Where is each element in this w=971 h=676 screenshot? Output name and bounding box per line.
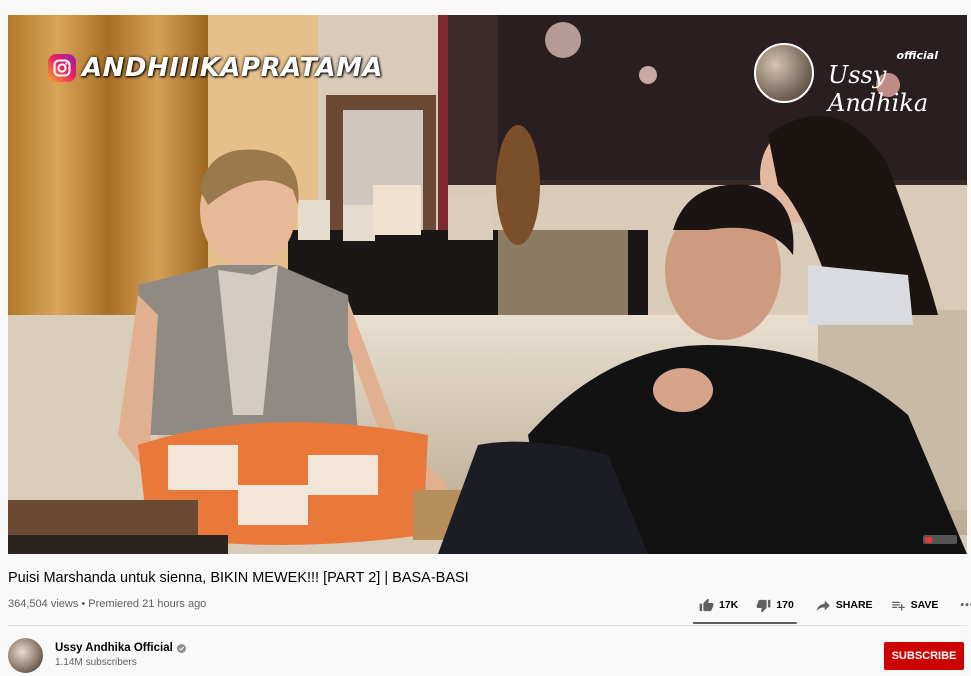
more-icon: ••• [960,599,971,611]
sentiment-bar [693,622,797,624]
verified-icon [176,643,186,653]
view-count-date: 364,504 views • Premiered 21 hours ago [8,598,207,610]
share-label: SHARE [835,599,873,611]
thumbs-up-icon [699,598,714,611]
video-title: Puisi Marshanda untuk sienna, BIKIN MEWE… [8,570,469,586]
subscribe-button[interactable]: SUBSCRIBE [884,642,964,670]
subscriber-count: 1.14M subscribers [55,657,137,668]
sentiment-fill [693,622,796,624]
channel-watermark: official Ussy Andhika [754,43,967,117]
instagram-handle: ANDHIIIKAPRATAMA [82,53,384,83]
instagram-icon [48,54,76,82]
watermark-avatar [754,43,814,103]
more-actions-button[interactable]: ••• [960,599,971,611]
channel-name-row: Ussy Andhika Official [55,642,186,654]
channel-name[interactable]: Ussy Andhika Official [55,642,173,654]
like-button[interactable]: 17K [699,598,738,613]
playlist-add-icon [891,601,905,610]
save-button[interactable]: SAVE [891,598,939,613]
watermark-name: Ussy Andhika [828,61,929,117]
video-actions: 17K 170 SHARE SAVE ••• [693,592,971,618]
video-player[interactable]: ANDHIIIKAPRATAMA official Ussy Andhika [8,15,967,554]
save-label: SAVE [910,599,939,611]
share-icon [816,600,830,611]
dislike-count: 170 [776,599,794,611]
like-count: 17K [719,599,739,611]
divider [8,625,967,626]
thumbs-down-icon [756,599,771,612]
instagram-watermark: ANDHIIIKAPRATAMA [48,53,383,83]
youtube-logo-icon [923,535,957,544]
channel-avatar[interactable] [8,638,43,673]
share-button[interactable]: SHARE [816,598,873,613]
dislike-button[interactable]: 170 [756,598,794,613]
